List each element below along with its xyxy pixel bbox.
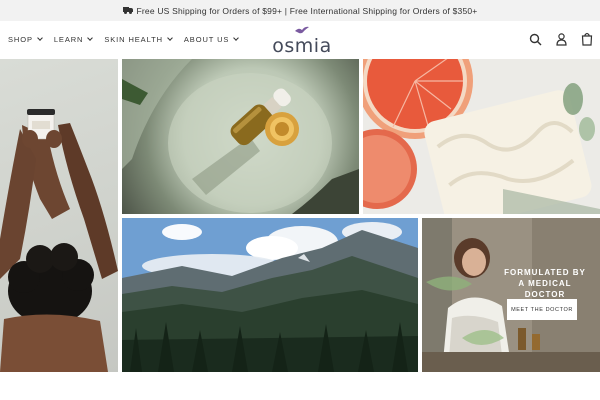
nav-learn-label: LEARN <box>53 35 84 44</box>
announcement-text: Free US Shipping for Orders of $99+ | Fr… <box>136 5 478 16</box>
hero-tile-grapefruit-soap[interactable] <box>363 59 600 214</box>
hero-tile-dropper-bottle[interactable] <box>122 59 359 214</box>
logo-text: osmia <box>272 35 332 57</box>
bird-icon <box>295 26 309 34</box>
nav-learn[interactable]: LEARN <box>53 35 94 44</box>
nav-skin-health[interactable]: SKIN HEALTH <box>104 35 173 44</box>
nav-about-us[interactable]: ABOUT US <box>183 35 240 44</box>
woman-holding-jar-image <box>0 109 118 372</box>
account-icon[interactable] <box>554 31 568 47</box>
mountain-landscape-image <box>122 218 418 372</box>
grapefruit-soap-image <box>363 59 600 214</box>
nav-shop-label: SHOP <box>8 35 33 44</box>
main-nav: SHOP LEARN SKIN HEALTH ABOUT US <box>8 35 240 44</box>
overlay-title: FORMULATED BY A MEDICAL DOCTOR <box>504 268 586 299</box>
nav-about-us-label: ABOUT US <box>183 35 230 44</box>
hero-tile-woman-holding-jar[interactable] <box>0 59 118 372</box>
nav-shop[interactable]: SHOP <box>8 35 43 44</box>
chevron-down-icon <box>167 35 173 41</box>
chevron-down-icon <box>233 35 240 41</box>
meet-the-doctor-button[interactable]: MEET THE DOCTOR <box>507 299 577 320</box>
dropper-bottle-image <box>122 59 359 214</box>
cart-icon[interactable] <box>580 31 594 47</box>
site-header: SHOP LEARN SKIN HEALTH ABOUT US osmia <box>0 21 600 59</box>
announcement-bar: Free US Shipping for Orders of $99+ | Fr… <box>0 0 600 21</box>
search-icon[interactable] <box>528 31 542 47</box>
nav-skin-health-label: SKIN HEALTH <box>104 35 163 44</box>
site-logo[interactable]: osmia <box>271 23 333 57</box>
hero-tile-mountain-landscape[interactable] <box>122 218 418 372</box>
chevron-down-icon <box>87 35 94 41</box>
header-icons <box>528 31 594 47</box>
chevron-down-icon <box>37 35 43 41</box>
truck-icon <box>122 7 133 14</box>
